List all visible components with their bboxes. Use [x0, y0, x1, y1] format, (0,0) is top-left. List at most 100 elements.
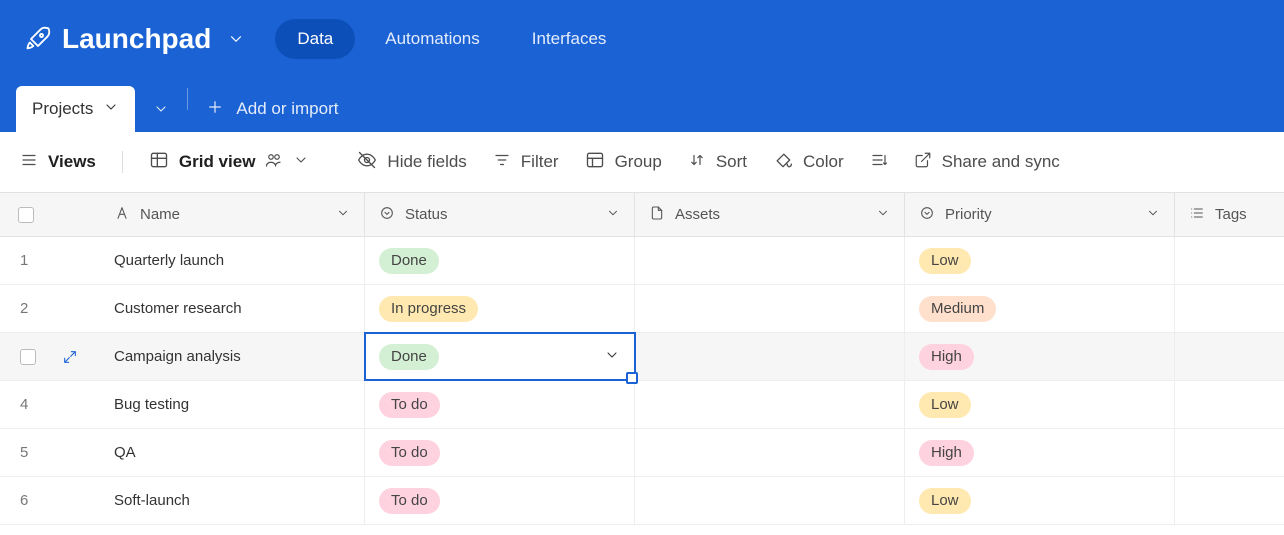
chevron-down-icon[interactable]	[293, 152, 309, 173]
row-number-cell[interactable]: 5	[0, 429, 100, 476]
checkbox-icon[interactable]	[18, 207, 34, 223]
cell-status[interactable]: To do	[365, 429, 635, 476]
cell-name[interactable]: Bug testing	[100, 381, 365, 428]
cell-priority[interactable]: Medium	[905, 285, 1175, 332]
view-switcher[interactable]: Grid view	[149, 150, 310, 175]
row-number-cell[interactable]	[0, 333, 100, 380]
tab-interfaces[interactable]: Interfaces	[510, 19, 629, 59]
cell-tags[interactable]	[1175, 237, 1284, 284]
cell-name[interactable]: Quarterly launch	[100, 237, 365, 284]
cell-assets[interactable]	[635, 429, 905, 476]
cell-tags[interactable]	[1175, 381, 1284, 428]
column-label: Assets	[675, 206, 720, 223]
chevron-down-icon[interactable]	[103, 99, 119, 120]
expand-icon[interactable]	[62, 349, 78, 365]
row-number-cell[interactable]: 1	[0, 237, 100, 284]
chevron-down-icon[interactable]	[606, 206, 620, 224]
cell-tags[interactable]	[1175, 429, 1284, 476]
status-pill: In progress	[379, 296, 478, 322]
table-row[interactable]: 5QATo do High	[0, 429, 1284, 477]
cell-assets[interactable]	[635, 381, 905, 428]
table-row[interactable]: Campaign analysisDone High	[0, 333, 1284, 381]
cell-priority[interactable]: Low	[905, 477, 1175, 524]
cell-priority[interactable]: High	[905, 429, 1175, 476]
cell-status[interactable]: To do	[365, 381, 635, 428]
cell-priority[interactable]: Low	[905, 381, 1175, 428]
checkbox-icon[interactable]	[20, 349, 36, 365]
group-label: Group	[615, 152, 662, 172]
row-number: 4	[20, 396, 28, 413]
add-or-import-button[interactable]: Add or import	[192, 86, 352, 132]
app-header: Launchpad Data Automations Interfaces	[0, 0, 1284, 78]
row-height-icon	[870, 151, 888, 174]
cell-status[interactable]: Done	[365, 237, 635, 284]
base-title[interactable]: Launchpad	[62, 23, 217, 55]
table-row[interactable]: 4 Bug testing To do Low	[0, 381, 1284, 429]
column-header-status[interactable]: Status	[365, 193, 635, 236]
cell-status[interactable]: Done	[365, 333, 635, 380]
column-header-priority[interactable]: Priority	[905, 193, 1175, 236]
single-select-icon	[919, 205, 935, 225]
priority-pill: Medium	[919, 296, 996, 322]
cell-assets[interactable]	[635, 285, 905, 332]
priority-pill: Low	[919, 488, 971, 514]
priority-pill: High	[919, 440, 974, 466]
cell-assets[interactable]	[635, 477, 905, 524]
separator	[187, 88, 188, 110]
column-header-assets[interactable]: Assets	[635, 193, 905, 236]
table-row[interactable]: 6Soft-launchTo do Low	[0, 477, 1284, 525]
status-pill: Done	[379, 248, 439, 274]
cell-tags[interactable]	[1175, 285, 1284, 332]
cell-tags[interactable]	[1175, 333, 1284, 380]
chevron-down-icon[interactable]	[227, 30, 245, 48]
multi-select-icon	[1189, 205, 1205, 225]
separator	[122, 151, 123, 173]
chevron-down-icon[interactable]	[876, 206, 890, 224]
chevron-down-icon[interactable]	[1146, 206, 1160, 224]
cell-assets[interactable]	[635, 333, 905, 380]
cell-assets[interactable]	[635, 237, 905, 284]
cell-name[interactable]: Customer research	[100, 285, 365, 332]
column-header-name[interactable]: Name	[100, 193, 365, 236]
text-icon	[114, 205, 130, 225]
group-button[interactable]: Group	[585, 150, 662, 175]
status-pill: To do	[379, 392, 440, 418]
row-number-cell[interactable]: 6	[0, 477, 100, 524]
select-all-cell[interactable]	[0, 193, 100, 236]
cell-status[interactable]: To do	[365, 477, 635, 524]
tab-automations[interactable]: Automations	[363, 19, 502, 59]
row-number: 1	[20, 252, 28, 269]
cell-name[interactable]: Campaign analysis	[100, 333, 365, 380]
cell-name[interactable]: QA	[100, 429, 365, 476]
add-or-import-label: Add or import	[236, 99, 338, 119]
views-button[interactable]: Views	[20, 151, 96, 174]
table-tab-overflow[interactable]	[139, 86, 183, 132]
cell-priority[interactable]: High	[905, 333, 1175, 380]
column-header-tags[interactable]: Tags	[1175, 193, 1284, 236]
filter-icon	[493, 151, 511, 174]
row-number-cell[interactable]: 4	[0, 381, 100, 428]
sort-button[interactable]: Sort	[688, 151, 747, 174]
cell-status[interactable]: In progress	[365, 285, 635, 332]
table-row[interactable]: 1 Quarterly launch Done Low	[0, 237, 1284, 285]
view-name: Grid view	[179, 152, 256, 172]
color-button[interactable]: Color	[773, 150, 844, 175]
cell-name[interactable]: Soft-launch	[100, 477, 365, 524]
attachment-icon	[649, 205, 665, 225]
grid-header-row: Name Status Assets	[0, 193, 1284, 237]
row-number-cell[interactable]: 2	[0, 285, 100, 332]
cell-tags[interactable]	[1175, 477, 1284, 524]
share-sync-button[interactable]: Share and sync	[914, 151, 1060, 174]
cell-priority[interactable]: Low	[905, 237, 1175, 284]
filter-button[interactable]: Filter	[493, 151, 559, 174]
grid-body: 1Quarterly launchDoneLow2Customer resear…	[0, 237, 1284, 525]
table-tab-projects[interactable]: Projects	[16, 86, 135, 132]
rocket-icon	[24, 25, 52, 53]
hide-fields-button[interactable]: Hide fields	[357, 150, 466, 175]
table-row[interactable]: 2Customer research In progress Medium	[0, 285, 1284, 333]
row-height-button[interactable]	[870, 151, 888, 174]
people-icon	[265, 151, 283, 174]
chevron-down-icon[interactable]	[336, 206, 350, 224]
tab-data[interactable]: Data	[275, 19, 355, 59]
chevron-down-icon[interactable]	[604, 347, 620, 367]
